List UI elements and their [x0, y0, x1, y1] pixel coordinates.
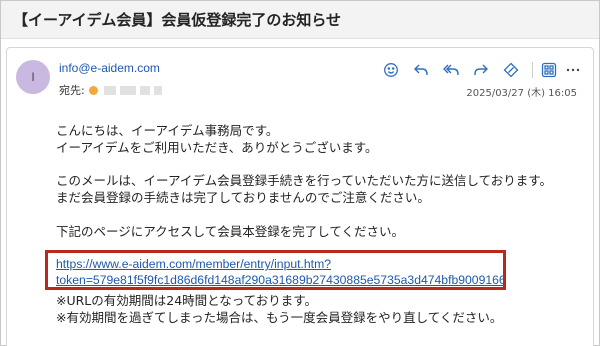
- body-paragraph-line: まだ会員登録の手続きは完了しておりませんのでご注意ください。: [56, 190, 430, 205]
- recipient-row: 宛先:: [59, 82, 166, 98]
- redacted-recipient: [153, 85, 162, 95]
- reply-all-icon[interactable]: [440, 59, 462, 81]
- sender-address[interactable]: info@e-aidem.com: [59, 61, 160, 75]
- email-subject: 【イーアイデム会員】会員仮登録完了のお知らせ: [13, 11, 342, 29]
- presence-status-icon: [88, 85, 98, 95]
- apps-icon[interactable]: [538, 59, 560, 81]
- redacted-recipient[interactable]: [103, 85, 116, 95]
- tag-icon[interactable]: [500, 59, 522, 81]
- body-instruction: 下記のページにアクセスして会員本登録を完了してください。: [56, 224, 405, 239]
- body-thanks: イーアイデムをご利用いただき、ありがとうございます。: [56, 140, 378, 155]
- redacted-recipient: [139, 85, 150, 95]
- body-note: ※有効期間を過ぎてしまった場合は、もう一度会員登録をやり直してください。: [56, 310, 503, 325]
- more-icon[interactable]: [562, 59, 584, 81]
- forward-icon[interactable]: [470, 59, 492, 81]
- link-highlight-box: [45, 250, 506, 290]
- reply-icon[interactable]: [410, 59, 432, 81]
- toolbar-divider: [532, 62, 533, 78]
- sent-timestamp: 2025/03/27 (木) 16:05: [466, 88, 577, 99]
- to-label: 宛先:: [59, 84, 85, 97]
- redacted-recipient: [119, 85, 136, 95]
- emoji-icon[interactable]: [380, 59, 402, 81]
- sender-avatar[interactable]: I: [16, 60, 50, 94]
- subject-bar: 【イーアイデム会員】会員仮登録完了のお知らせ: [1, 1, 599, 39]
